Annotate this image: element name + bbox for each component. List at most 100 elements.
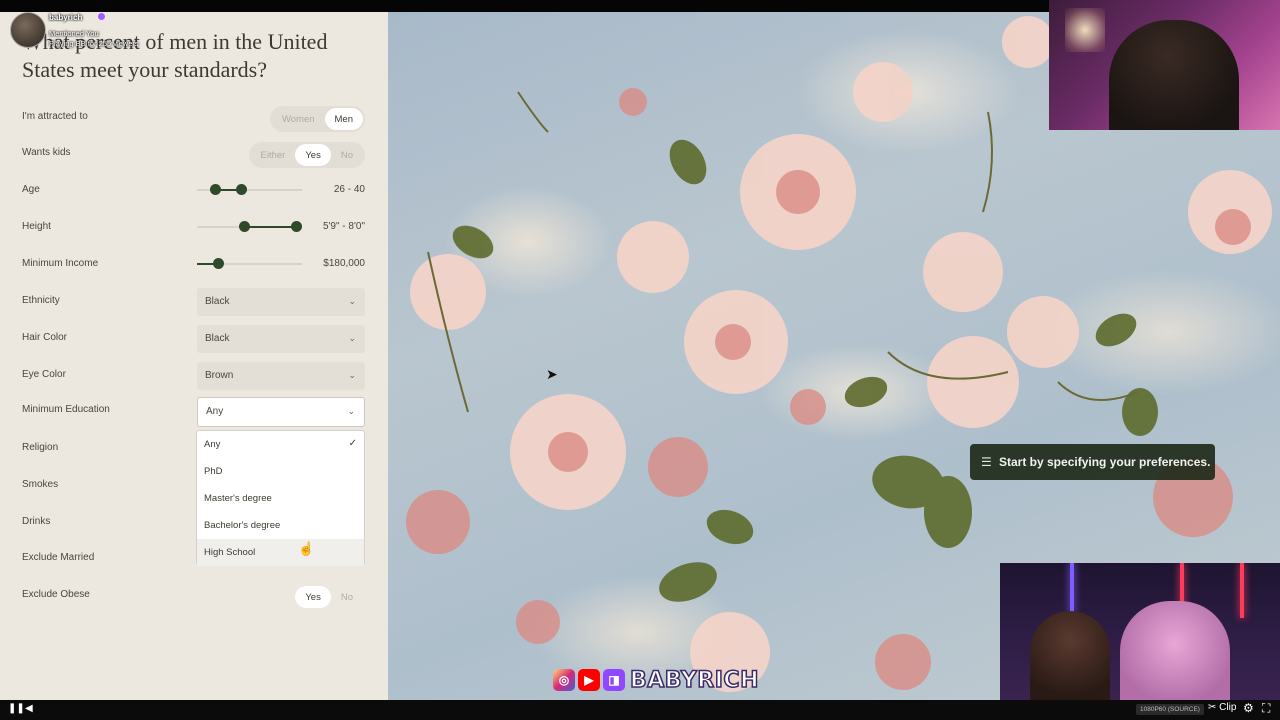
row-exclude-obese: Exclude Obese Yes No — [22, 582, 367, 610]
chevron-down-icon: ⌄ — [348, 370, 356, 380]
row-hair-color: Hair Color Black ⌄ — [22, 325, 367, 353]
ethnicity-select[interactable]: Black ⌄ — [197, 288, 365, 316]
income-label: Minimum Income — [22, 258, 99, 269]
attracted-label: I'm attracted to — [22, 111, 88, 122]
height-label: Height — [22, 221, 51, 232]
option-no[interactable]: No — [331, 586, 363, 608]
exclude-married-label: Exclude Married — [22, 552, 95, 563]
dropdown-item-masters[interactable]: Master's degree — [197, 485, 364, 512]
neon-light — [1240, 563, 1244, 618]
exclude-obese-toggle[interactable]: Yes No — [293, 584, 365, 610]
hair-color-select[interactable]: Black ⌄ — [197, 325, 365, 353]
age-max-handle[interactable] — [235, 184, 247, 195]
twitch-icon: ◨ — [603, 669, 625, 691]
row-education: Minimum Education Any ⌄ — [22, 397, 367, 427]
dropdown-item-phd[interactable]: PhD — [197, 458, 364, 485]
height-min-handle[interactable] — [238, 221, 250, 232]
dropdown-item-label: Bachelor's degree — [204, 520, 281, 531]
eye-color-value: Brown — [205, 370, 234, 381]
education-label: Minimum Education — [22, 404, 110, 415]
eye-color-select[interactable]: Brown ⌄ — [197, 362, 365, 390]
drinks-label: Drinks — [22, 516, 51, 527]
exclude-obese-label: Exclude Obese — [22, 589, 90, 600]
dropdown-item-label: Any — [204, 439, 221, 450]
row-height: Height 5'9" - 8'0" — [22, 214, 367, 242]
income-slider[interactable] — [197, 258, 302, 269]
row-eye-color: Eye Color Brown ⌄ — [22, 362, 367, 390]
hand-cursor-icon: ☝ — [298, 541, 315, 556]
webcam-guests — [1000, 563, 1280, 708]
dropdown-item-label: Master's degree — [204, 493, 272, 504]
instagram-icon: ◎ — [553, 669, 575, 691]
preferences-toast: ☰ Start by specifying your preferences. — [970, 444, 1215, 480]
clip-button[interactable]: ✂ Clip — [1208, 702, 1236, 713]
height-max-handle[interactable] — [291, 221, 303, 232]
height-slider-fill — [244, 226, 297, 228]
option-yes[interactable]: Yes — [295, 586, 331, 608]
age-min-handle[interactable] — [210, 184, 222, 195]
toast-message: Start by specifying your preferences. — [999, 455, 1211, 469]
education-value: Any — [206, 406, 224, 417]
volume-icon[interactable]: ◀ — [25, 703, 33, 714]
income-handle[interactable] — [212, 258, 224, 269]
hair-color-label: Hair Color — [22, 332, 68, 343]
fullscreen-icon[interactable]: ⛶ — [1262, 701, 1270, 716]
option-men[interactable]: Men — [324, 108, 363, 130]
religion-label: Religion — [22, 442, 59, 453]
chevron-down-icon: ⌄ — [348, 333, 356, 343]
social-overlay: ◎ ▶ ◨ BABYRICH — [553, 667, 759, 693]
webcam-streamer — [1049, 0, 1280, 130]
income-value: $180,000 — [323, 258, 365, 269]
dropdown-item-label: PhD — [204, 466, 223, 477]
preferences-panel: What percent of men in the United States… — [0, 12, 388, 700]
education-dropdown: Any ✓ PhD Master's degree Bachelor's deg… — [196, 430, 365, 566]
brand-name: BABYRICH — [629, 667, 759, 694]
stream-notification: babyrich Mentioned You Playing BB for 25… — [10, 12, 190, 62]
avatar — [10, 12, 46, 48]
clip-label: Clip — [1219, 702, 1237, 713]
option-either[interactable]: Either — [251, 144, 296, 166]
sliders-icon: ☰ — [981, 455, 992, 469]
pause-icon[interactable]: ❚❚ — [8, 703, 25, 714]
christmas-tree-lights — [1065, 8, 1105, 52]
hair-color-value: Black — [205, 333, 230, 344]
age-value: 26 - 40 — [333, 184, 365, 195]
ethnicity-value: Black — [205, 296, 230, 307]
attracted-toggle[interactable]: Women Men — [269, 106, 365, 132]
option-yes[interactable]: Yes — [295, 144, 331, 166]
dropdown-item-bachelors[interactable]: Bachelor's degree — [197, 512, 364, 539]
eye-color-label: Eye Color — [22, 369, 66, 380]
dropdown-item-any[interactable]: Any ✓ — [197, 431, 364, 458]
row-attracted: I'm attracted to Women Men — [22, 104, 367, 132]
check-icon: ✓ — [348, 438, 357, 449]
option-women[interactable]: Women — [272, 108, 325, 130]
notification-username: babyrich — [49, 13, 83, 22]
wants-kids-label: Wants kids — [22, 147, 71, 158]
height-value: 5'9" - 8'0" — [322, 221, 365, 232]
education-select[interactable]: Any ⌄ — [197, 397, 365, 427]
gear-icon[interactable]: ⚙ — [1243, 701, 1254, 715]
age-slider[interactable] — [197, 184, 302, 195]
age-label: Age — [22, 184, 40, 195]
mouse-cursor-icon: ➤ — [546, 366, 558, 382]
wants-kids-toggle[interactable]: Either Yes No — [248, 142, 365, 168]
ethnicity-label: Ethnicity — [22, 295, 60, 306]
option-no[interactable]: No — [331, 144, 363, 166]
chevron-down-icon: ⌄ — [348, 296, 356, 306]
guest-figure — [1120, 601, 1230, 708]
smokes-label: Smokes — [22, 479, 59, 490]
dropdown-item-label: High School — [204, 547, 256, 558]
row-ethnicity: Ethnicity Black ⌄ — [22, 288, 367, 316]
height-slider[interactable] — [197, 221, 303, 232]
notification-text: Mentioned You — [49, 29, 99, 38]
neon-light — [1070, 563, 1074, 613]
player-controls: ❚❚ ◀ 1080P60 (SOURCE) ✂ Clip ⚙ ⛶ — [0, 700, 1280, 720]
verified-badge-icon — [98, 13, 105, 20]
row-wants-kids: Wants kids Either Yes No — [22, 140, 367, 168]
youtube-icon: ▶ — [578, 669, 600, 691]
dropdown-item-high-school[interactable]: High School — [197, 539, 364, 566]
notification-subtext: Playing BB for 255 viewers — [49, 39, 139, 48]
streamer-figure — [1109, 20, 1239, 130]
guest-figure — [1030, 611, 1110, 708]
chevron-down-icon: ⌄ — [347, 406, 355, 416]
